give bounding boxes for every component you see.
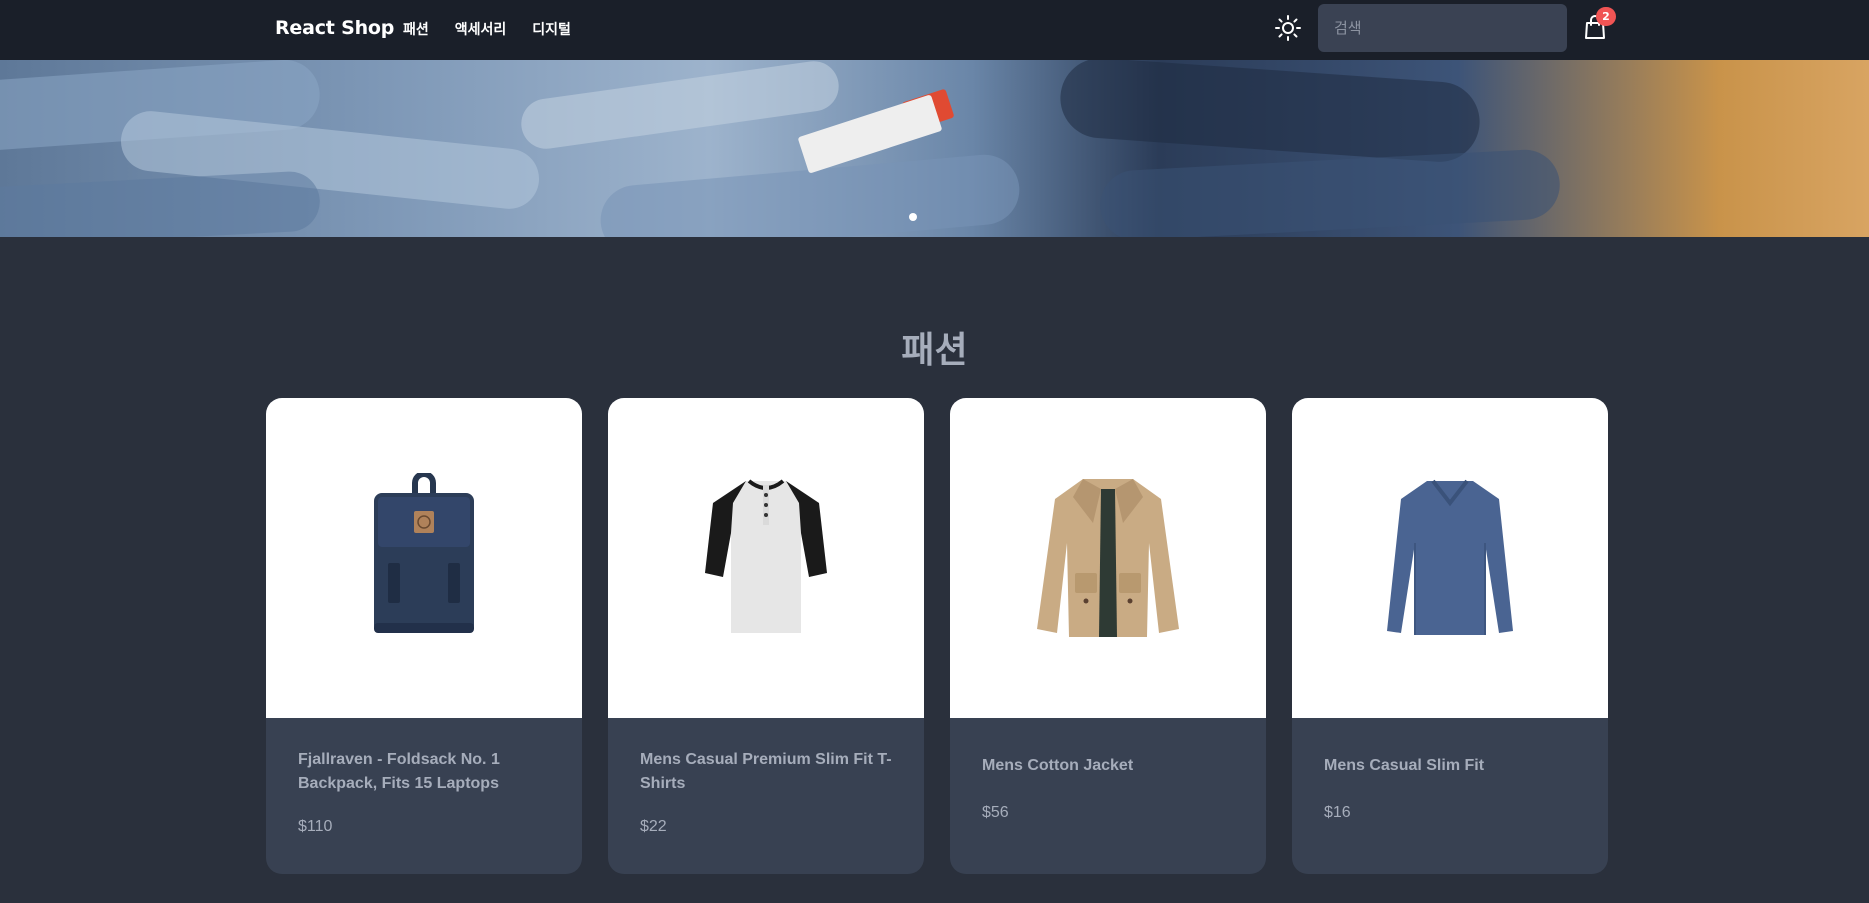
- product-price: $56: [982, 804, 1009, 821]
- jacket-image: [1037, 479, 1179, 637]
- nav-link-fashion[interactable]: 패션: [403, 19, 429, 39]
- product-image: [950, 398, 1266, 718]
- product-image: [266, 398, 582, 718]
- navbar: React Shop 패션 액세서리 디지털 2: [0, 0, 1869, 60]
- product-price: $22: [640, 818, 667, 835]
- product-image: [1292, 398, 1608, 718]
- product-card[interactable]: Mens Casual Slim Fit $16: [1292, 398, 1608, 874]
- product-card[interactable]: Fjallraven - Foldsack No. 1 Backpack, Fi…: [266, 398, 582, 874]
- product-image: [608, 398, 924, 718]
- product-card[interactable]: Mens Cotton Jacket $56: [950, 398, 1266, 874]
- section-title: 패션: [901, 330, 968, 371]
- nav-link-accessory[interactable]: 액세서리: [455, 19, 507, 39]
- cart-count-badge: 2: [1596, 7, 1616, 26]
- product-info: Fjallraven - Foldsack No. 1 Backpack, Fi…: [266, 718, 582, 874]
- product-title[interactable]: Mens Cotton Jacket: [982, 754, 1234, 778]
- tshirt-image: [705, 479, 827, 633]
- search-input[interactable]: [1318, 4, 1567, 52]
- product-title[interactable]: Fjallraven - Foldsack No. 1 Backpack, Fi…: [298, 748, 550, 796]
- brand-logo[interactable]: React Shop: [275, 17, 394, 39]
- hero-banner-image[interactable]: [0, 60, 1869, 237]
- carousel-dot[interactable]: [909, 213, 917, 221]
- nav-link-digital[interactable]: 디지털: [532, 19, 571, 39]
- product-price: $16: [1324, 804, 1351, 821]
- backpack-image: [374, 473, 474, 633]
- product-info: Mens Casual Premium Slim Fit T-Shirts $2…: [608, 718, 924, 874]
- nav-links: 패션 액세서리 디지털: [403, 19, 597, 39]
- product-info: Mens Cotton Jacket $56: [950, 718, 1266, 874]
- longsleeve-image: [1387, 479, 1513, 635]
- product-list: Fjallraven - Foldsack No. 1 Backpack, Fi…: [266, 398, 1634, 874]
- sun-icon: [1275, 15, 1301, 41]
- product-price: $110: [298, 818, 333, 835]
- product-title[interactable]: Mens Casual Premium Slim Fit T-Shirts: [640, 748, 892, 796]
- product-title[interactable]: Mens Casual Slim Fit: [1324, 754, 1576, 778]
- product-info: Mens Casual Slim Fit $16: [1292, 718, 1608, 874]
- theme-toggle-button[interactable]: [1274, 14, 1302, 42]
- product-card[interactable]: Mens Casual Premium Slim Fit T-Shirts $2…: [608, 398, 924, 874]
